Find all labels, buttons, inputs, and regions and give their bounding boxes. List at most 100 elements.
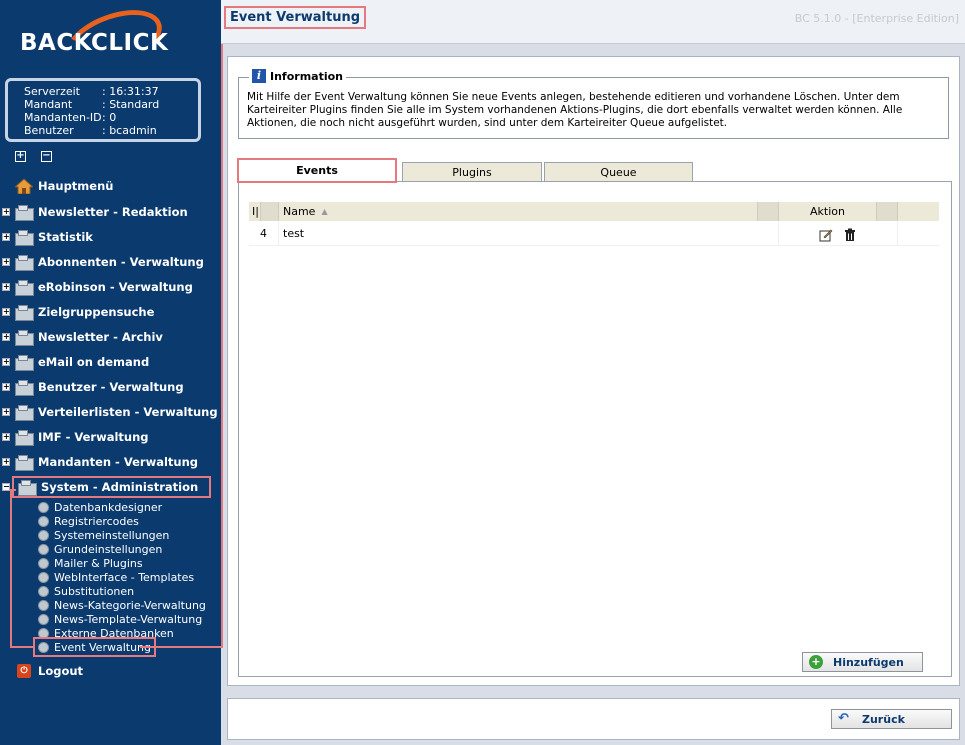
server-info-box: Serverzeit: 16:31:37 Mandant: Standard M… — [5, 78, 201, 142]
tab-panel: I| Name ▲ Aktion 4 test + Hinzufügen — [238, 181, 952, 677]
highlight-connector — [10, 646, 35, 648]
col-header-spacer — [261, 202, 279, 221]
info-legend: i Information — [249, 69, 346, 83]
nav-item-newsletter-archiv[interactable]: + Newsletter - Archiv — [2, 328, 163, 346]
col-header-name[interactable]: Name ▲ — [279, 202, 758, 221]
tab-queue[interactable]: Queue — [544, 162, 693, 182]
highlight-connector — [10, 489, 16, 491]
server-info-row: Benutzer: bcadmin — [24, 124, 157, 137]
nav-item-statistik[interactable]: + Statistik — [2, 228, 93, 246]
gear-icon — [38, 501, 49, 513]
cell-actions — [779, 222, 898, 245]
nav-item-newsletter-redaktion[interactable]: + Newsletter - Redaktion — [2, 203, 188, 221]
highlight-connector — [221, 30, 223, 647]
expand-plus-icon[interactable]: + — [2, 308, 10, 316]
nav-item-benutzer[interactable]: + Benutzer - Verwaltung — [2, 378, 184, 396]
server-info-row: Mandant: Standard — [24, 98, 160, 111]
delete-trash-icon[interactable] — [843, 227, 857, 241]
highlight-connector — [10, 489, 12, 647]
bottom-panel: ↶ Zurück — [227, 698, 960, 740]
content-panel: i Information Mit Hilfe der Event Verwal… — [227, 56, 960, 686]
tab-plugins[interactable]: Plugins — [402, 162, 542, 182]
edit-icon[interactable] — [819, 227, 833, 242]
nav-item-email-on-demand[interactable]: + eMail on demand — [2, 353, 149, 371]
sub-item-externe-datenbanken[interactable]: Externe Datenbanken — [38, 626, 174, 640]
expand-plus-icon[interactable]: + — [2, 358, 10, 366]
back-button[interactable]: ↶ Zurück — [831, 709, 952, 729]
backclick-logo: BACKCLICK — [18, 0, 178, 82]
sub-item-datenbankdesigner[interactable]: Datenbankdesigner — [38, 500, 162, 514]
folder-icon — [15, 380, 34, 396]
collapse-minus-icon[interactable]: − — [2, 483, 10, 491]
folder-icon — [15, 330, 34, 346]
sub-item-mailer-plugins[interactable]: Mailer & Plugins — [38, 556, 143, 570]
nav-item-abonnenten[interactable]: + Abonnenten - Verwaltung — [2, 253, 204, 271]
top-bar: Event Verwaltung BC 5.1.0 - [Enterprise … — [221, 0, 965, 44]
sort-asc-icon: ▲ — [321, 207, 328, 216]
home-icon — [13, 177, 35, 194]
expand-plus-icon[interactable]: + — [2, 233, 10, 241]
server-info-row: Mandanten-ID: 0 — [24, 111, 117, 124]
folder-icon — [15, 305, 34, 321]
nav-item-verteilerlisten[interactable]: + Verteilerlisten - Verwaltung — [2, 403, 218, 421]
open-folder-icon — [18, 480, 37, 496]
col-header-spacer — [758, 202, 779, 221]
folder-icon — [15, 430, 34, 446]
nav-logout[interactable]: ⏻ Logout — [17, 662, 83, 680]
tree-controls: + − — [15, 151, 52, 162]
col-header-id[interactable]: I| — [249, 202, 261, 221]
info-box: i Information Mit Hilfe der Event Verwal… — [238, 69, 949, 139]
expand-plus-icon[interactable]: + — [2, 458, 10, 466]
nav-item-mandanten[interactable]: + Mandanten - Verwaltung — [2, 453, 198, 471]
grid-header: I| Name ▲ Aktion — [249, 202, 939, 221]
col-header-aktion[interactable]: Aktion — [779, 202, 877, 221]
nav-item-zielgruppensuche[interactable]: + Zielgruppensuche — [2, 303, 154, 321]
nav-home[interactable]: Hauptmenü — [13, 177, 113, 195]
sub-item-event-verwaltung[interactable]: Event Verwaltung — [32, 637, 157, 657]
nav-item-system-administration[interactable]: − System - Administration — [2, 476, 212, 498]
sub-item-registriercodes[interactable]: Registriercodes — [38, 514, 139, 528]
expand-plus-icon[interactable]: + — [2, 383, 10, 391]
nav-item-imf[interactable]: + IMF - Verwaltung — [2, 428, 149, 446]
expand-plus-icon[interactable]: + — [2, 258, 10, 266]
folder-icon — [15, 455, 34, 471]
nav-item-erobinson[interactable]: + eRobinson - Verwaltung — [2, 278, 193, 296]
system-administration-highlight: System - Administration — [11, 476, 212, 498]
tab-events[interactable]: Events — [237, 158, 397, 183]
folder-icon — [15, 405, 34, 421]
gear-icon — [38, 641, 49, 653]
folder-icon — [15, 280, 34, 296]
table-row[interactable]: 4 test — [249, 222, 939, 246]
add-button[interactable]: + Hinzufügen — [802, 652, 923, 672]
folder-icon — [15, 230, 34, 246]
expand-plus-icon[interactable]: + — [2, 433, 10, 441]
expand-plus-icon[interactable]: + — [2, 408, 10, 416]
expand-plus-icon[interactable]: + — [2, 208, 10, 216]
gear-icon — [38, 585, 49, 597]
info-icon: i — [252, 69, 266, 83]
undo-arrow-icon: ↶ — [838, 711, 849, 726]
highlight-connector — [140, 646, 223, 648]
server-info-row: Serverzeit: 16:31:37 — [24, 85, 159, 98]
expand-all-icon[interactable]: + — [15, 151, 26, 162]
col-header-spacer — [877, 202, 898, 221]
folder-icon — [15, 205, 34, 221]
sub-item-news-kategorie[interactable]: News-Kategorie-Verwaltung — [38, 598, 206, 612]
gear-icon — [38, 571, 49, 583]
sub-item-webinterface-templates[interactable]: WebInterface - Templates — [38, 570, 194, 584]
expand-plus-icon[interactable]: + — [2, 333, 10, 341]
cell-spacer — [898, 222, 939, 245]
gear-icon — [38, 529, 49, 541]
gear-icon — [38, 613, 49, 625]
sub-item-substitutionen[interactable]: Substitutionen — [38, 584, 134, 598]
info-text: Mit Hilfe der Event Verwaltung können Si… — [247, 91, 903, 129]
expand-plus-icon[interactable]: + — [2, 283, 10, 291]
add-plus-icon: + — [809, 655, 823, 669]
sub-item-systemeinstellungen[interactable]: Systemeinstellungen — [38, 528, 169, 542]
collapse-all-icon[interactable]: − — [41, 151, 52, 162]
sub-item-news-template[interactable]: News-Template-Verwaltung — [38, 612, 202, 626]
sidebar: BACKCLICK Serverzeit: 16:31:37 Mandant: … — [0, 0, 221, 745]
sub-item-grundeinstellungen[interactable]: Grundeinstellungen — [38, 542, 162, 556]
folder-icon — [15, 355, 34, 371]
cell-name: test — [279, 222, 779, 245]
